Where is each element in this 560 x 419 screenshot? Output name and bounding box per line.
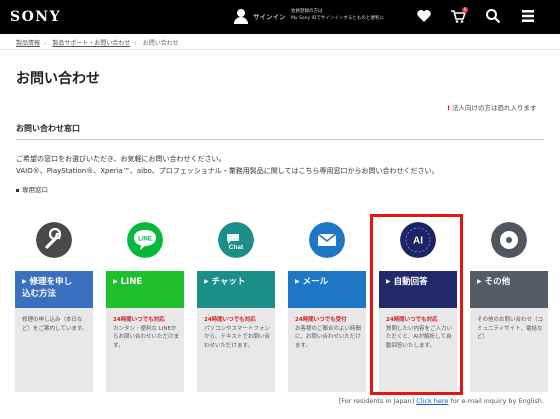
contact-card-mail[interactable]: ▶ メール 24時間いつでも受付 お客様のご都合のよい時間に、お問い合わせいただけま… bbox=[288, 222, 366, 392]
card-description: 24時間いつでも対応 パソコンやスマートフォンから、テキストでお問い合わせいただけ… bbox=[197, 308, 275, 392]
cart-count-badge: 0 bbox=[462, 7, 468, 13]
wrench-icon bbox=[36, 222, 72, 258]
disc-icon bbox=[491, 222, 527, 258]
highlight-box bbox=[370, 214, 463, 395]
contact-card-other[interactable]: ▶ その他 その他のお問い合わせ（コミュニティサイト、電話など） bbox=[470, 222, 548, 392]
dedicated-window-link[interactable]: 専用窓口 bbox=[16, 184, 48, 194]
divider bbox=[0, 49, 560, 50]
card-label[interactable]: ▶ LINE bbox=[106, 271, 184, 308]
contact-card-repair[interactable]: ▶ 修理を申し 込む方法 修理の申し込み（本日など）をご案内しています。 bbox=[15, 222, 93, 392]
section-title: お問い合わせ窓口 bbox=[16, 124, 80, 133]
card-label[interactable]: ▶ チャット bbox=[197, 271, 275, 308]
breadcrumb-item[interactable]: 製品サポート・お問い合わせ bbox=[52, 40, 130, 47]
signin-note: 会員登録の方は My Sony IDでサインインするとものと便利に bbox=[291, 9, 384, 21]
card-label[interactable]: ▶ メール bbox=[288, 271, 366, 308]
section-divider bbox=[16, 139, 544, 140]
breadcrumb: 製品情報 › 製品サポート・お問い合わせ › お問い合わせ bbox=[16, 40, 179, 47]
intro-text: ご希望の窓口をお選びいただき、お気軽にお問い合わせください。 bbox=[16, 155, 226, 163]
intro-text-products: VAIO®、PlayStation®、Xperia™、aibo、プロフェッショナ… bbox=[16, 167, 439, 175]
page-title: お問い合わせ bbox=[16, 71, 100, 87]
line-logo-icon: LINE bbox=[127, 222, 163, 258]
card-description: 修理の申し込み（本日など）をご案内しています。 bbox=[15, 308, 93, 392]
menu-icon[interactable] bbox=[520, 8, 536, 24]
breadcrumb-current: お問い合わせ bbox=[142, 40, 179, 47]
exclamation-icon: ! bbox=[447, 104, 450, 112]
chat-icon: Chat bbox=[218, 222, 254, 258]
card-description: その他のお問い合わせ（コミュニティサイト、電話など） bbox=[470, 308, 548, 392]
contact-card-line[interactable]: LINE ▶ LINE 24時間いつでも対応 カンタン・便利な LINEからお問い合… bbox=[106, 222, 184, 392]
card-description: 24時間いつでも受付 お客様のご都合のよい時間に、お問い合わせいただけます。 bbox=[288, 308, 366, 392]
breadcrumb-item[interactable]: 製品情報 bbox=[16, 40, 40, 47]
card-label[interactable]: ▶ 修理を申し 込む方法 bbox=[15, 271, 93, 308]
notice-link[interactable]: ! 法人向けの方は恐れ入ります bbox=[447, 102, 536, 112]
svg-text:LINE: LINE bbox=[138, 237, 152, 243]
svg-text:Chat: Chat bbox=[229, 244, 244, 251]
card-label[interactable]: ▶ その他 bbox=[470, 271, 548, 308]
user-icon[interactable] bbox=[234, 9, 248, 24]
heart-icon[interactable] bbox=[416, 8, 432, 24]
site-header: SONY サインイン 会員登録の方は My Sony IDでサインインするともの… bbox=[0, 0, 560, 34]
card-description: 24時間いつでも対応 カンタン・便利な LINEからお問い合わせいただけます。 bbox=[106, 308, 184, 392]
search-icon[interactable] bbox=[485, 8, 501, 24]
contact-card-chat[interactable]: Chat ▶ チャット 24時間いつでも対応 パソコンやスマートフォンから、テキスト… bbox=[197, 222, 275, 392]
english-inquiry-note: [For residents in Japan] Click here for … bbox=[338, 397, 544, 405]
mail-icon bbox=[309, 222, 345, 258]
signin-link[interactable]: サインイン bbox=[253, 11, 286, 21]
bullet-icon bbox=[16, 188, 19, 192]
sony-logo[interactable]: SONY bbox=[10, 9, 61, 25]
english-inquiry-link[interactable]: Click here bbox=[416, 397, 448, 405]
